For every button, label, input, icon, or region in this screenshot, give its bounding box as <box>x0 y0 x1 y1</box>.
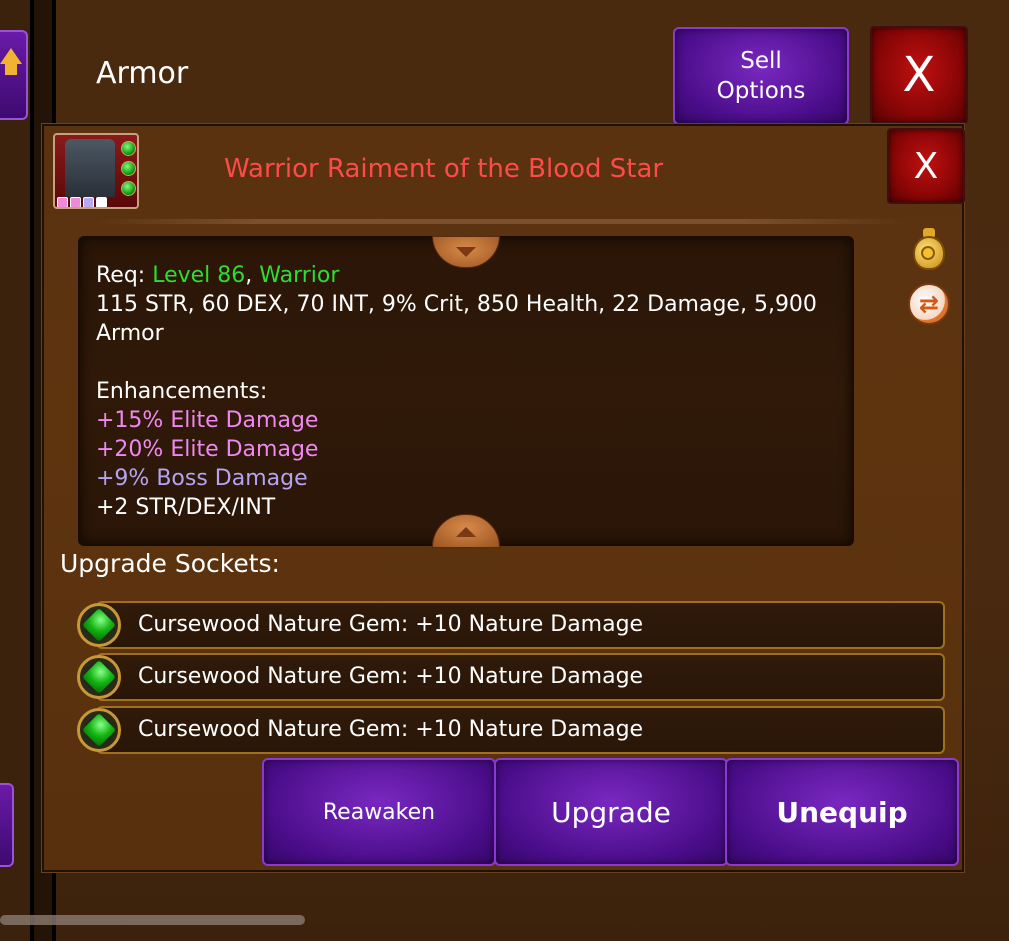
socket-dot <box>96 197 107 207</box>
req-label: Req: <box>96 263 153 288</box>
page-title: Armor <box>96 56 189 91</box>
upgrade-sockets-label: Upgrade Sockets: <box>60 549 280 578</box>
nature-gem-icon <box>77 655 121 699</box>
gem-icon <box>121 161 136 176</box>
req-level: Level 86 <box>152 263 246 288</box>
stats-text: Req: Level 86, Warrior 115 STR, 60 DEX, … <box>96 261 846 522</box>
nature-gem-icon <box>77 603 121 647</box>
enhancement: +15% Elite Damage <box>96 408 319 433</box>
swap-icon[interactable]: ⇄ <box>908 283 950 325</box>
socket-dot <box>57 197 68 207</box>
divider <box>96 219 906 224</box>
enhancement: +9% Boss Damage <box>96 466 308 491</box>
nature-gem-icon <box>77 708 121 752</box>
socket-row[interactable]: Cursewood Nature Gem: +10 Nature Damage <box>96 653 945 701</box>
gem-icon <box>121 181 136 196</box>
unequip-button[interactable]: Unequip <box>725 758 959 866</box>
gem-icon <box>121 141 136 156</box>
socket-dot <box>70 197 81 207</box>
reawaken-button[interactable]: Reawaken <box>262 758 496 866</box>
socket-row[interactable]: Cursewood Nature Gem: +10 Nature Damage <box>96 706 945 754</box>
up-arrow-icon-stem <box>5 63 17 75</box>
socket-text: Cursewood Nature Gem: +10 Nature Damage <box>138 664 644 689</box>
attributes-line: Armor <box>96 321 164 346</box>
enhancements-label: Enhancements: <box>96 379 268 404</box>
socket-text: Cursewood Nature Gem: +10 Nature Damage <box>138 612 644 637</box>
requirement-line: Req: Level 86, Warrior <box>96 261 846 290</box>
upgrade-button[interactable]: Upgrade <box>494 758 728 866</box>
armor-body <box>65 139 115 197</box>
coin-bag-icon[interactable] <box>911 228 947 272</box>
req-class: Warrior <box>259 263 340 288</box>
enhancement: +20% Elite Damage <box>96 437 319 462</box>
item-name: Warrior Raiment of the Blood Star <box>224 154 664 184</box>
req-separator: , <box>245 263 260 288</box>
armor-chest-icon <box>53 133 139 209</box>
socket-dot <box>83 197 94 207</box>
horizontal-scrollbar[interactable] <box>0 915 305 925</box>
close-dialog-button[interactable]: X <box>887 128 965 204</box>
left-tab-button-bottom[interactable] <box>0 783 14 867</box>
socket-text: Cursewood Nature Gem: +10 Nature Damage <box>138 717 644 742</box>
socket-row[interactable]: Cursewood Nature Gem: +10 Nature Damage <box>96 601 945 649</box>
attributes-line: 115 STR, 60 DEX, 70 INT, 9% Crit, 850 He… <box>96 292 817 317</box>
left-tab-button[interactable] <box>0 30 28 120</box>
sell-options-button[interactable]: Sell Options <box>673 27 849 125</box>
close-panel-button[interactable]: X <box>870 26 968 124</box>
up-arrow-icon <box>0 48 22 64</box>
